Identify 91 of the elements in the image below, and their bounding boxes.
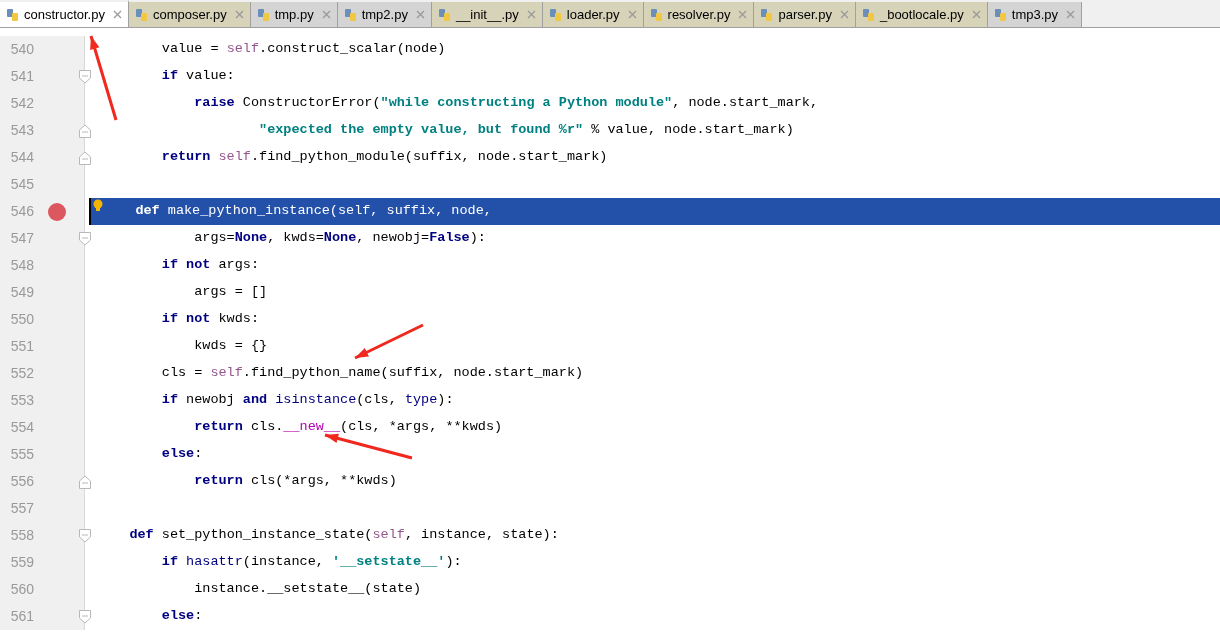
close-icon[interactable] [627,10,637,19]
line-number: 554 [9,418,34,437]
file-tab[interactable]: tmp3.py [987,2,1082,27]
line-number: 555 [9,445,34,464]
line-number: 546 [9,202,34,221]
line-number: 556 [9,472,34,491]
fold-icon[interactable] [79,150,91,165]
python-file-icon [649,7,664,22]
line-number: 553 [9,391,34,410]
code-line: return cls(*args, **kwds) [193,472,397,491]
code-line: if newobj and isinstance(cls, type): [160,391,454,410]
close-icon[interactable] [112,10,122,19]
line-number: 540 [9,40,34,59]
close-icon[interactable] [234,10,244,19]
line-number: 550 [9,310,34,329]
tab-label: resolver.py [667,5,731,24]
python-file-icon [343,7,358,22]
line-number: 559 [9,553,34,572]
close-icon[interactable] [738,10,748,19]
close-icon[interactable] [526,10,536,19]
fold-icon[interactable] [79,609,91,624]
code-line: if not args: [160,256,260,275]
file-tab[interactable]: __init__.py [431,2,543,27]
code-line: args=None, kwds=None, newobj=False): [193,229,486,248]
line-number: 547 [9,229,34,248]
fold-icon[interactable] [79,69,91,84]
code-line: return cls.__new__(cls, *args, **kwds) [193,418,503,437]
python-file-icon [256,7,271,22]
line-number: 548 [9,256,34,275]
python-file-icon [861,7,876,22]
code-line: cls = self.find_python_name(suffix, node.start_mark) [160,364,584,383]
tab-label: tmp.py [274,5,314,24]
line-number: 543 [9,121,34,140]
code-line: else: [160,607,203,626]
file-tab[interactable]: parser.py [754,2,856,27]
tab-label: tmp2.py [361,5,408,24]
fold-icon[interactable] [79,474,91,489]
python-file-icon [760,7,775,22]
tab-label: loader.py [566,5,620,24]
file-tab[interactable]: loader.py [542,2,644,27]
code-line: instance.__setstate__(state) [193,580,422,599]
code-line: def set_python_instance_state(self, instance, state): [128,526,559,545]
fold-icon[interactable] [79,528,91,543]
line-number: 542 [9,94,34,113]
file-tab[interactable]: constructor.py [0,0,129,27]
line-number: 557 [9,499,34,518]
tab-label: tmp3.py [1011,5,1058,24]
line-number: 552 [9,364,34,383]
code-line: if not kwds: [160,310,260,329]
python-file-icon [134,7,149,22]
code-line: def make_python_instance(self, suffix, node, [134,202,492,221]
close-icon[interactable] [971,10,981,19]
fold-icon[interactable] [79,123,91,138]
code-line: raise ConstructorError("while constructing a Python module", node.start_mark, [193,94,819,113]
tab-label: parser.py [778,5,832,24]
annotation-arrow [354,323,424,360]
file-tab[interactable]: _bootlocale.py [855,2,988,27]
line-number: 560 [9,580,34,599]
code-line: if value: [160,67,235,86]
line-number: 544 [9,148,34,167]
tab-label: constructor.py [24,5,105,24]
line-number: 561 [9,607,34,626]
code-line: value = self.construct_scalar(node) [160,40,446,59]
python-file-icon [437,7,452,22]
python-file-icon [548,7,563,22]
breakpoint-icon[interactable] [48,202,66,221]
code-line: args = [] [193,283,268,302]
line-number: 541 [9,67,34,86]
line-number: 549 [9,283,34,302]
close-icon[interactable] [321,10,331,19]
file-tab[interactable]: composer.py [128,2,251,27]
code-line: "expected the empty value, but found %r" % value, node.start_mark) [258,121,794,140]
tab-label: composer.py [152,5,227,24]
close-icon[interactable] [839,10,849,19]
line-number: 545 [9,175,34,194]
tab-label: _bootlocale.py [879,5,964,24]
python-file-icon [6,7,20,22]
code-line: kwds = {} [193,337,268,356]
code-line: return self.find_python_module(suffix, node.start_mark) [160,148,608,167]
close-icon[interactable] [1066,10,1075,19]
fold-icon[interactable] [79,231,91,246]
file-tab[interactable]: tmp.py [250,2,338,27]
file-tab[interactable]: resolver.py [643,2,755,27]
line-number: 558 [9,526,34,545]
file-tab[interactable]: tmp2.py [337,2,432,27]
code-line: if hasattr(instance, '__setstate__'): [160,553,462,572]
line-number: 551 [9,337,34,356]
close-icon[interactable] [415,10,425,19]
tab-label: __init__.py [455,5,519,24]
code-line: else: [160,445,203,464]
python-file-icon [993,7,1008,22]
